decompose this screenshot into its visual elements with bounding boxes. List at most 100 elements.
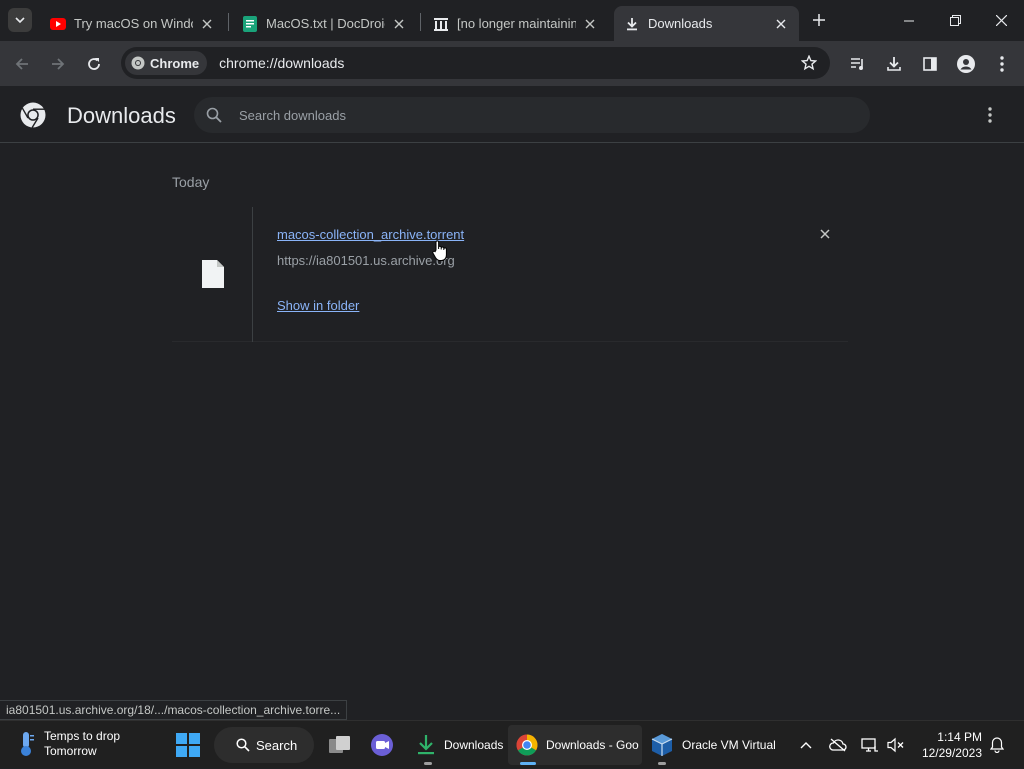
site-info-chip[interactable]: Chrome [125, 51, 208, 75]
browser-toolbar: Chrome chrome://downloads [0, 41, 1024, 86]
search-input[interactable] [239, 107, 739, 123]
tab-title: MacOS.txt | DocDroid [266, 16, 385, 31]
side-panel-icon [923, 57, 937, 71]
chrome-icon [516, 734, 538, 756]
network-tray-button[interactable] [858, 721, 882, 769]
close-icon[interactable] [391, 16, 407, 32]
weather-widget[interactable]: Temps to drop Tomorrow [16, 729, 120, 759]
tab-youtube[interactable]: Try macOS on Windows [40, 6, 225, 41]
archive-icon [433, 16, 449, 32]
close-window-button[interactable] [978, 0, 1024, 41]
profile-button[interactable] [954, 52, 978, 76]
close-icon[interactable] [582, 16, 598, 32]
minimize-button[interactable] [886, 0, 932, 41]
virtualbox-icon [651, 734, 673, 756]
task-view-icon [329, 736, 350, 753]
tab-title: Try macOS on Windows [74, 16, 193, 31]
taskbar-search[interactable]: Search [214, 727, 314, 763]
avatar-icon [957, 55, 975, 73]
bookmark-star-button[interactable] [798, 52, 820, 74]
notifications-button[interactable] [986, 721, 1008, 769]
tab-separator [420, 13, 421, 31]
tab-title: [no longer maintaining] [457, 16, 576, 31]
network-icon [861, 738, 878, 752]
reload-icon [88, 58, 100, 70]
address-bar[interactable]: Chrome chrome://downloads [121, 47, 830, 79]
clock-time: 1:14 PM [937, 730, 982, 744]
kebab-menu-icon [1000, 56, 1004, 72]
page-title: Downloads [67, 103, 176, 128]
tab-downloads[interactable]: Downloads [614, 6, 799, 41]
plus-icon [813, 14, 825, 26]
tab-archive[interactable]: [no longer maintaining] [423, 6, 608, 41]
search-icon [236, 738, 250, 752]
arrow-left-icon [15, 58, 28, 70]
restore-button[interactable] [932, 0, 978, 41]
search-downloads-box[interactable] [194, 97, 870, 133]
star-icon [801, 55, 817, 71]
cloud-off-icon [829, 738, 847, 752]
show-hidden-icons-button[interactable] [794, 721, 818, 769]
taskbar-app-downloads[interactable]: Downloads [410, 725, 506, 765]
docdroid-icon [242, 15, 258, 32]
new-tab-button[interactable] [808, 9, 830, 31]
kebab-menu-icon [988, 107, 992, 123]
source-url: https://ia801501.us.archive.org [277, 253, 455, 268]
chrome-logo-icon [20, 102, 46, 133]
downloads-button[interactable] [882, 52, 906, 76]
task-view-button[interactable] [322, 725, 358, 765]
thermometer-icon [21, 732, 34, 756]
taskbar-app-label: Oracle VM Virtual [682, 738, 776, 752]
download-icon [887, 57, 901, 71]
chrome-icon [131, 56, 145, 70]
onedrive-tray-button[interactable] [826, 721, 850, 769]
chrome-menu-button[interactable] [990, 52, 1014, 76]
side-panel-button[interactable] [918, 52, 942, 76]
show-in-folder-link[interactable]: Show in folder [277, 298, 359, 313]
taskbar-app-chrome[interactable]: Downloads - Goo [508, 725, 642, 765]
tab-title: Downloads [648, 16, 713, 31]
taskbar-search-label: Search [256, 737, 298, 753]
active-indicator [520, 762, 536, 765]
taskbar-clock[interactable]: 1:14 PM 12/29/2023 [912, 729, 982, 761]
running-indicator [658, 762, 666, 765]
taskbar-app-virtualbox[interactable]: Oracle VM Virtual [646, 725, 784, 765]
tab-separator [228, 13, 229, 31]
tab-search-button[interactable] [8, 8, 32, 32]
date-section-heading: Today [172, 174, 210, 190]
windows-taskbar: Temps to drop Tomorrow Search Downloads … [0, 720, 1024, 768]
hand-cursor-icon [432, 240, 448, 267]
forward-button[interactable] [46, 52, 70, 76]
close-icon[interactable] [199, 16, 215, 32]
tab-strip: Try macOS on Windows MacOS.txt | DocDroi… [0, 0, 1024, 41]
reading-list-button[interactable] [846, 52, 870, 76]
chevron-up-icon [800, 742, 812, 749]
page-menu-button[interactable] [978, 103, 1002, 127]
chevron-down-icon [15, 17, 25, 24]
tab-docdroid[interactable]: MacOS.txt | DocDroid [232, 6, 417, 41]
clock-date: 12/29/2023 [921, 746, 982, 760]
chip-label: Chrome [150, 55, 200, 71]
close-icon [820, 229, 830, 239]
taskbar-app-label: Downloads [444, 738, 504, 752]
search-icon [206, 107, 222, 123]
download-icon [624, 16, 640, 32]
running-indicator [424, 762, 432, 765]
start-button[interactable] [170, 725, 206, 765]
taskbar-app-label: Downloads - Goo [546, 738, 639, 752]
window-controls [886, 0, 1024, 41]
media-list-icon [851, 58, 863, 70]
url-text[interactable]: chrome://downloads [219, 55, 798, 71]
weather-line-1: Temps to drop [44, 729, 121, 743]
volume-tray-button[interactable] [884, 721, 908, 769]
reload-button[interactable] [82, 52, 106, 76]
file-icon [202, 260, 224, 288]
youtube-icon [50, 16, 66, 32]
close-icon[interactable] [773, 16, 789, 32]
remove-item-button[interactable] [816, 225, 834, 243]
teams-chat-button[interactable] [364, 725, 400, 765]
speaker-muted-icon [887, 737, 904, 753]
weather-line-2: Tomorrow [44, 744, 97, 758]
back-button[interactable] [10, 52, 34, 76]
bell-icon [990, 737, 1004, 753]
